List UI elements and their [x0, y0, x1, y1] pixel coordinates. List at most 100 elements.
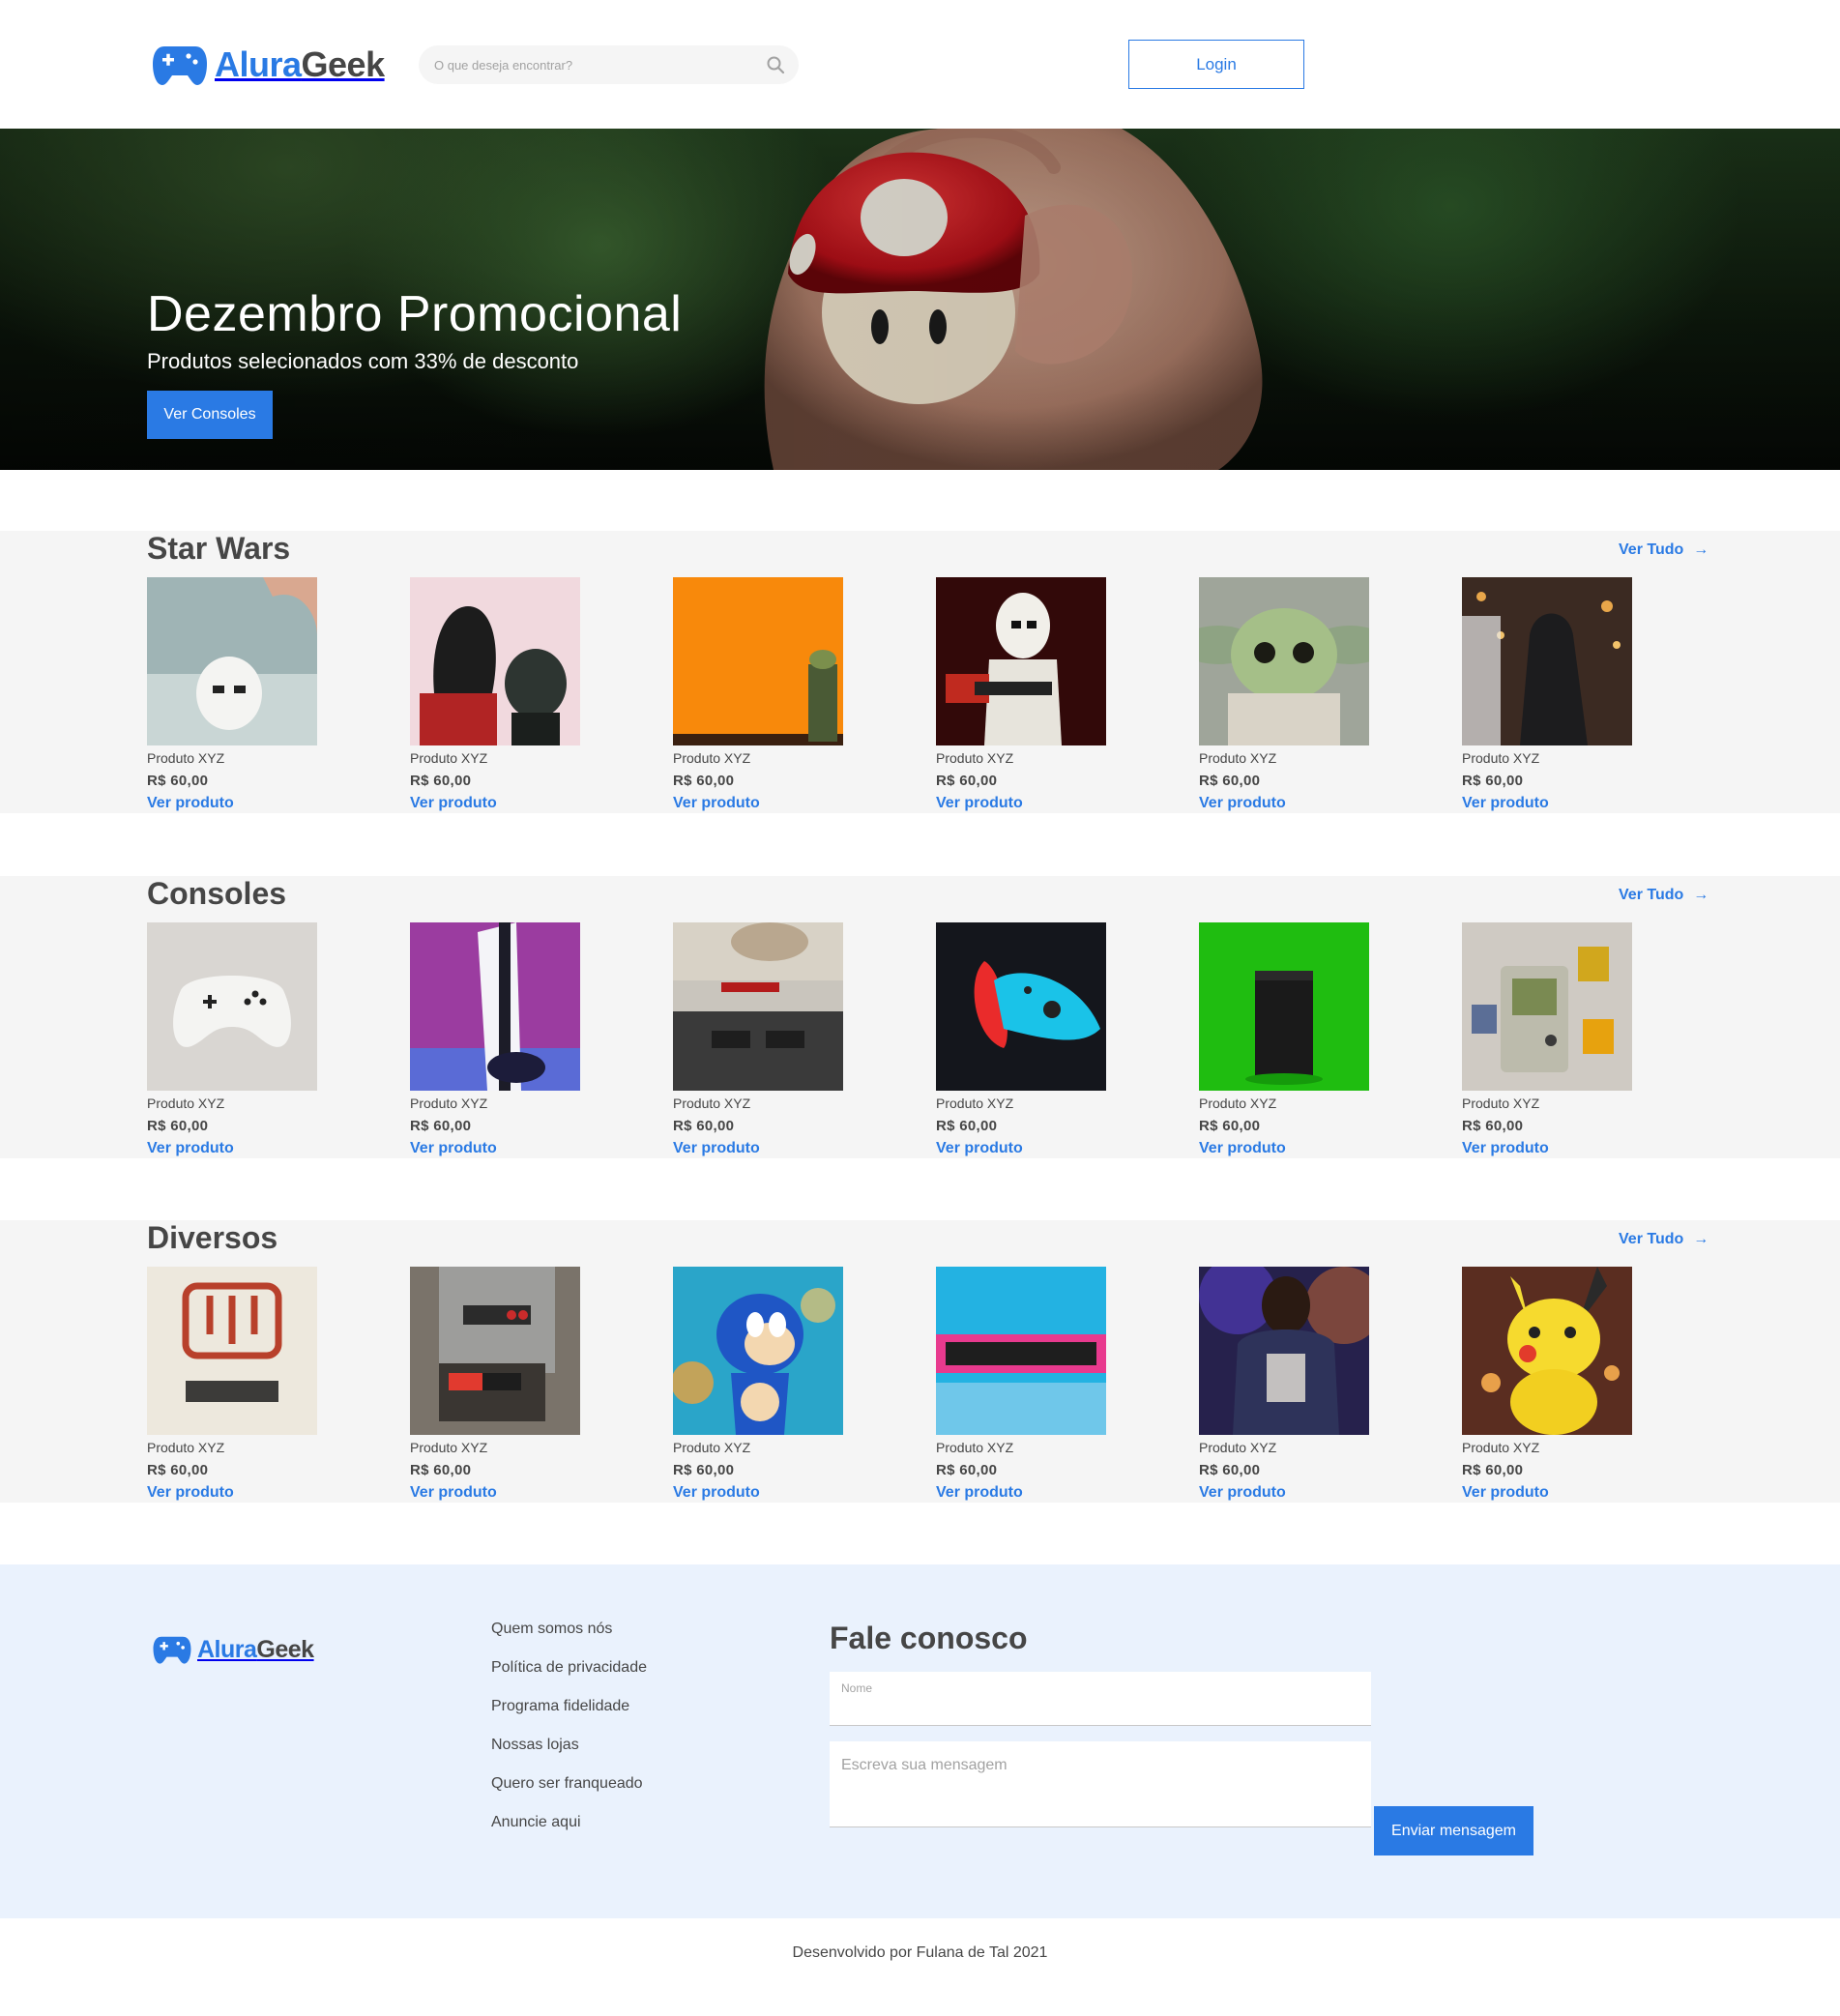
footer-link-fidelidade[interactable]: Programa fidelidade	[491, 1698, 629, 1714]
product-name: Produto XYZ	[1462, 750, 1540, 766]
product-name: Produto XYZ	[673, 750, 751, 766]
product-image[interactable]	[673, 922, 843, 1091]
ver-tudo-link[interactable]: Ver Tudo →	[1619, 1231, 1709, 1248]
login-button[interactable]: Login	[1128, 40, 1304, 89]
ver-produto-link[interactable]: Ver produto	[673, 1484, 843, 1502]
hero-banner: Dezembro Promocional Produtos selecionad…	[0, 129, 1840, 470]
product-image[interactable]	[673, 577, 843, 745]
logo-text-alura: Alura	[197, 1635, 257, 1663]
ver-produto-link[interactable]: Ver produto	[936, 1140, 1106, 1157]
product-price: R$ 60,00	[410, 773, 472, 789]
product-image[interactable]	[1462, 922, 1632, 1091]
product-name: Produto XYZ	[147, 1096, 225, 1111]
ver-tudo-link[interactable]: Ver Tudo →	[1619, 887, 1709, 904]
product-name: Produto XYZ	[147, 1440, 225, 1455]
ver-consoles-button[interactable]: Ver Consoles	[147, 391, 273, 439]
product-name: Produto XYZ	[673, 1096, 751, 1111]
logo-text-geek: Geek	[256, 1635, 314, 1663]
footer-link-quem-somos[interactable]: Quem somos nós	[491, 1621, 612, 1637]
ver-produto-link[interactable]: Ver produto	[410, 795, 580, 812]
product-image[interactable]	[1462, 1267, 1632, 1435]
ver-produto-link[interactable]: Ver produto	[147, 795, 317, 812]
ver-produto-link[interactable]: Ver produto	[147, 1484, 317, 1502]
footer-link-franqueado[interactable]: Quero ser franqueado	[491, 1775, 643, 1792]
ver-produto-link[interactable]: Ver produto	[410, 1484, 580, 1502]
product-image[interactable]	[410, 577, 580, 745]
product-image[interactable]	[673, 1267, 843, 1435]
product-image[interactable]	[1462, 577, 1632, 745]
site-footer: AluraGeek Quem somos nós Política de pri…	[0, 1564, 1840, 1918]
product-image[interactable]	[1199, 1267, 1369, 1435]
search-bar	[419, 45, 799, 84]
product-name: Produto XYZ	[410, 1096, 488, 1111]
banner-subtitle: Produtos selecionados com 33% de descont…	[147, 349, 579, 373]
section-title: Diversos	[147, 1220, 278, 1255]
gamepad-icon	[153, 1636, 191, 1664]
product-image[interactable]	[936, 577, 1106, 745]
product-name: Produto XYZ	[1199, 1096, 1277, 1111]
ver-tudo-label: Ver Tudo	[1619, 1231, 1684, 1247]
ver-produto-link[interactable]: Ver produto	[1462, 795, 1632, 812]
product-name: Produto XYZ	[1199, 1440, 1277, 1455]
ver-produto-link[interactable]: Ver produto	[1199, 1484, 1369, 1502]
site-header: AluraGeek Login	[0, 0, 1840, 129]
footer-link-privacidade[interactable]: Política de privacidade	[491, 1659, 647, 1676]
ver-produto-link[interactable]: Ver produto	[410, 1140, 580, 1157]
product-card: Produto XYZ R$ 60,00 Ver produto	[936, 1267, 1106, 1502]
product-price: R$ 60,00	[936, 773, 998, 789]
ver-tudo-label: Ver Tudo	[1619, 887, 1684, 903]
ver-produto-link[interactable]: Ver produto	[1199, 795, 1369, 812]
ver-tudo-link[interactable]: Ver Tudo →	[1619, 541, 1709, 559]
product-card: Produto XYZ R$ 60,00 Ver produto	[410, 577, 580, 812]
ver-produto-link[interactable]: Ver produto	[936, 1484, 1106, 1502]
product-image[interactable]	[936, 1267, 1106, 1435]
product-price: R$ 60,00	[147, 1118, 209, 1134]
product-card: Produto XYZ R$ 60,00 Ver produto	[1199, 577, 1369, 812]
product-card: Produto XYZ R$ 60,00 Ver produto	[673, 922, 843, 1157]
section-title: Consoles	[147, 876, 287, 911]
product-image[interactable]	[147, 577, 317, 745]
name-field[interactable]: Nome	[830, 1672, 1371, 1726]
product-price: R$ 60,00	[410, 1462, 472, 1478]
product-card: Produto XYZ R$ 60,00 Ver produto	[410, 1267, 580, 1502]
ver-produto-link[interactable]: Ver produto	[1462, 1140, 1632, 1157]
ver-produto-link[interactable]: Ver produto	[673, 795, 843, 812]
ver-produto-link[interactable]: Ver produto	[1199, 1140, 1369, 1157]
product-card: Produto XYZ R$ 60,00 Ver produto	[1462, 922, 1632, 1157]
logo[interactable]: AluraGeek	[153, 43, 385, 87]
product-card: Produto XYZ R$ 60,00 Ver produto	[147, 577, 317, 812]
ver-produto-link[interactable]: Ver produto	[1462, 1484, 1632, 1502]
product-image[interactable]	[1199, 577, 1369, 745]
gamepad-icon	[153, 46, 207, 85]
product-price: R$ 60,00	[147, 773, 209, 789]
search-input[interactable]	[434, 45, 753, 84]
section-star-wars: Star Wars Ver Tudo → Produto XYZ R$ 60,00 V…	[0, 531, 1840, 813]
product-name: Produto XYZ	[410, 1440, 488, 1455]
arrow-right-icon: →	[1693, 887, 1709, 903]
product-price: R$ 60,00	[1199, 1118, 1261, 1134]
product-image[interactable]	[147, 922, 317, 1091]
product-image[interactable]	[147, 1267, 317, 1435]
product-image[interactable]	[936, 922, 1106, 1091]
product-name: Produto XYZ	[936, 1096, 1014, 1111]
arrow-right-icon: →	[1693, 541, 1709, 558]
search-icon[interactable]	[766, 55, 785, 74]
product-price: R$ 60,00	[147, 1462, 209, 1478]
product-name: Produto XYZ	[1462, 1096, 1540, 1111]
contact-title: Fale conosco	[830, 1621, 1028, 1655]
footer-logo[interactable]: AluraGeek	[153, 1634, 314, 1665]
credits-text: Desenvolvido por Fulana de Tal 2021	[792, 1944, 1048, 1961]
ver-produto-link[interactable]: Ver produto	[936, 795, 1106, 812]
arrow-right-icon: →	[1693, 1231, 1709, 1247]
ver-produto-link[interactable]: Ver produto	[147, 1140, 317, 1157]
product-name: Produto XYZ	[1199, 750, 1277, 766]
footer-link-lojas[interactable]: Nossas lojas	[491, 1737, 579, 1753]
product-price: R$ 60,00	[1199, 773, 1261, 789]
product-image[interactable]	[410, 922, 580, 1091]
footer-link-anuncie[interactable]: Anuncie aqui	[491, 1814, 581, 1830]
ver-produto-link[interactable]: Ver produto	[673, 1140, 843, 1157]
product-image[interactable]	[1199, 922, 1369, 1091]
message-field[interactable]	[830, 1741, 1371, 1827]
product-image[interactable]	[410, 1267, 580, 1435]
send-message-button[interactable]: Enviar mensagem	[1374, 1806, 1533, 1855]
